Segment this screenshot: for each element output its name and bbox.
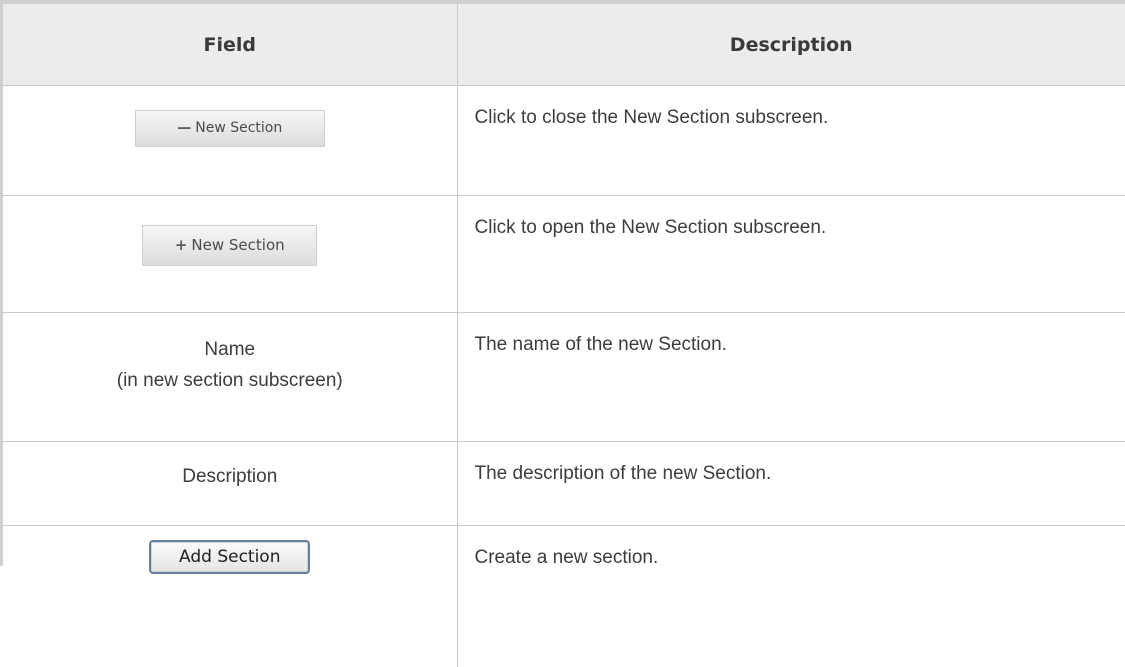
field-name-line1: Name (in new section subscreen) [3, 334, 457, 396]
collapse-new-section-label: New Section [195, 120, 282, 136]
table-row: Description The description of the new S… [3, 442, 1125, 526]
field-description-table: Field Description —New Section Click to … [3, 4, 1125, 667]
field-cell: Name (in new section subscreen) [3, 313, 457, 442]
header-description: Description [457, 4, 1125, 86]
description-cell: The description of the new Section. [457, 442, 1125, 526]
header-field: Field [3, 4, 457, 86]
description-cell: The name of the new Section. [457, 313, 1125, 442]
field-cell: Description [3, 442, 457, 526]
table-row: Add Section Create a new section. [3, 526, 1125, 667]
field-cell: —New Section [3, 86, 457, 196]
table-row: +New Section Click to open the New Secti… [3, 196, 1125, 313]
field-description-table-container: Field Description —New Section Click to … [0, 0, 1125, 566]
field-name-note: (in new section subscreen) [117, 370, 343, 391]
description-cell: Click to open the New Section subscreen. [457, 196, 1125, 313]
field-name-text: Name [204, 339, 255, 360]
expand-new-section-button-image: +New Section [142, 225, 317, 266]
minus-icon: — [177, 111, 191, 146]
plus-icon: + [175, 226, 188, 265]
collapse-new-section-button-image: —New Section [135, 110, 325, 147]
field-description-text: Description [3, 461, 457, 492]
expand-new-section-label: New Section [191, 236, 284, 254]
field-cell: Add Section [3, 526, 457, 667]
table-row: —New Section Click to close the New Sect… [3, 86, 1125, 196]
description-cell: Create a new section. [457, 526, 1125, 667]
description-cell: Click to close the New Section subscreen… [457, 86, 1125, 196]
table-row: Name (in new section subscreen) The name… [3, 313, 1125, 442]
field-cell: +New Section [3, 196, 457, 313]
add-section-button-image: Add Section [149, 540, 310, 574]
table-header-row: Field Description [3, 4, 1125, 86]
